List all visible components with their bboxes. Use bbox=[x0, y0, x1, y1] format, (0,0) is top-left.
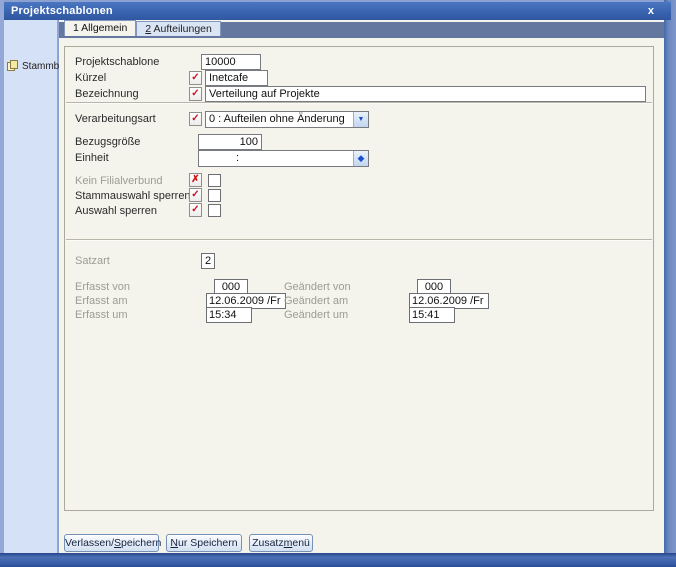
window-frame-bottom bbox=[0, 553, 676, 567]
tab-aufteilungen-label: Aufteilungen bbox=[151, 23, 212, 35]
kein-filialverbund-checkbox[interactable] bbox=[208, 174, 221, 187]
btn-text: enü bbox=[292, 537, 310, 549]
verarbeitungsart-value: 0 : Aufteilen ohne Änderung bbox=[209, 113, 345, 125]
btn-accel: S bbox=[114, 537, 122, 549]
red-cross-icon: ✗ bbox=[189, 173, 202, 187]
close-icon[interactable]: x bbox=[643, 2, 659, 20]
tab-allgemein-label: 1 Allgemein bbox=[73, 22, 128, 34]
tab-allgemein[interactable]: 1 Allgemein bbox=[64, 20, 137, 36]
stammauswahl-sperren-checkbox[interactable] bbox=[208, 189, 221, 202]
kuerzel-label: Kürzel bbox=[75, 72, 107, 84]
tab-strip: 1 Allgemein 2 Aufteilungen bbox=[64, 20, 221, 36]
btn-accel: N bbox=[170, 537, 179, 549]
kein-filialverbund-label: Kein Filialverbund bbox=[75, 175, 163, 187]
form-panel: Projektschablone Kürzel ✓ Bezeichnung ✓ … bbox=[64, 46, 654, 511]
bezeichnung-input[interactable] bbox=[205, 86, 646, 102]
bezeichnung-label: Bezeichnung bbox=[75, 88, 139, 100]
erfasst-um-label: Erfasst um bbox=[75, 309, 128, 321]
mandatory-check-icon[interactable]: ✓ bbox=[189, 203, 202, 217]
window-title: Projektschablonen bbox=[11, 5, 113, 17]
geaendert-um-label: Geändert um bbox=[284, 309, 349, 321]
einheit-value: : bbox=[236, 152, 240, 164]
btn-text: Zusatz bbox=[252, 537, 284, 549]
bezugsgroesse-label: Bezugsgröße bbox=[75, 136, 141, 148]
projektschablone-input[interactable] bbox=[201, 54, 261, 70]
bezugsgroesse-input[interactable] bbox=[198, 134, 262, 150]
verarbeitungsart-label: Verarbeitungsart bbox=[75, 113, 156, 125]
projektschablonen-window: Projektschablonen x Stammblatt 1 Allgeme… bbox=[0, 0, 676, 567]
btn-text: ur Speichern bbox=[178, 537, 238, 549]
titlebar[interactable]: Projektschablonen x bbox=[4, 2, 671, 20]
verlassen-speichern-button[interactable]: Verlassen/Speichern bbox=[64, 534, 162, 552]
btn-text: Verlassen/ bbox=[65, 537, 115, 549]
zusatzmenu-button[interactable]: Zusatzmenü bbox=[249, 534, 313, 552]
separator bbox=[66, 102, 652, 104]
projektschablone-label: Projektschablone bbox=[75, 56, 160, 68]
btn-text: peichern bbox=[121, 537, 162, 549]
mandatory-check-icon[interactable]: ✓ bbox=[189, 188, 202, 202]
verarbeitungsart-dropdown[interactable]: 0 : Aufteilen ohne Änderung ▼ bbox=[205, 111, 369, 128]
geaendert-um-value: 15:41 bbox=[409, 307, 455, 323]
einheit-label: Einheit bbox=[75, 152, 109, 164]
content-area: 1 Allgemein 2 Aufteilungen Projektschabl… bbox=[59, 20, 664, 553]
pages-icon bbox=[7, 60, 19, 72]
window-frame-right bbox=[664, 0, 676, 567]
satzart-label: Satzart bbox=[75, 255, 110, 267]
satzart-value: 2 bbox=[201, 253, 215, 269]
chevron-down-icon[interactable]: ▼ bbox=[353, 112, 368, 127]
auswahl-sperren-label: Auswahl sperren bbox=[75, 205, 157, 217]
mandatory-check-icon[interactable]: ✓ bbox=[189, 112, 202, 126]
tab-aufteilungen[interactable]: 2 Aufteilungen bbox=[136, 21, 221, 36]
sidebar: Stammblatt bbox=[4, 20, 73, 553]
mandatory-check-icon[interactable]: ✓ bbox=[189, 87, 202, 101]
einheit-dropdown[interactable]: : ◆ bbox=[198, 150, 369, 167]
updown-diamond-icon[interactable]: ◆ bbox=[353, 151, 368, 166]
separator bbox=[66, 239, 652, 241]
erfasst-um-value: 15:34 bbox=[206, 307, 252, 323]
mandatory-check-icon[interactable]: ✓ bbox=[189, 71, 202, 85]
auswahl-sperren-checkbox[interactable] bbox=[208, 204, 221, 217]
kuerzel-input[interactable] bbox=[205, 70, 268, 86]
nur-speichern-button[interactable]: Nur Speichern bbox=[166, 534, 242, 552]
stammauswahl-sperren-label: Stammauswahl sperren bbox=[75, 190, 191, 202]
